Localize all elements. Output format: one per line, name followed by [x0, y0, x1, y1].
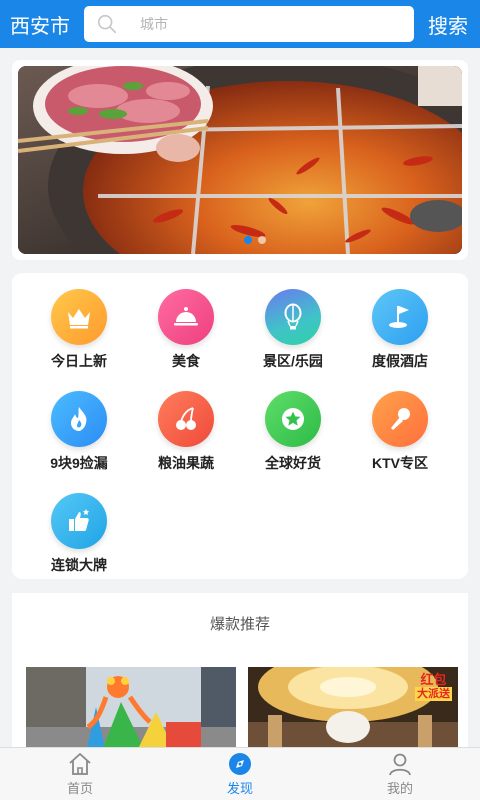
category-food[interactable]: 美食 — [131, 289, 241, 371]
category-label: 连锁大牌 — [51, 557, 107, 573]
category-scenic-park[interactable]: 景区/乐园 — [238, 289, 348, 371]
product-card-2[interactable]: 红包 大派送 — [248, 667, 458, 753]
tab-label: 首页 — [66, 781, 93, 796]
badge-line-1: 红包 — [420, 672, 447, 687]
hot-air-balloon-icon — [265, 289, 321, 345]
crown-icon — [51, 289, 107, 345]
thumbs-up-icon — [51, 493, 107, 549]
top-bar: 西安市 搜索 — [0, 0, 480, 48]
golf-flag-icon — [372, 289, 428, 345]
search-input[interactable] — [140, 16, 360, 32]
carousel-dots — [244, 236, 266, 244]
tab-discover[interactable]: 发现 — [160, 748, 320, 800]
search-button[interactable]: 搜索 — [428, 10, 468, 39]
star-icon — [265, 391, 321, 447]
tab-home[interactable]: 首页 — [0, 748, 160, 800]
tab-mine[interactable]: 我的 — [320, 748, 480, 800]
hot-recommend-header: 爆款推荐 — [12, 593, 468, 653]
category-label: 美食 — [172, 353, 200, 369]
category-grid: 今日上新 美食 景区/乐园 度假酒店 9块9捡漏 粮油果蔬 全球好货 KTV专区… — [12, 273, 468, 579]
home-icon — [69, 753, 91, 775]
flame-icon — [51, 391, 107, 447]
category-label: KTV专区 — [372, 455, 428, 471]
cherry-icon — [158, 391, 214, 447]
carousel-dot-2[interactable] — [258, 236, 266, 244]
cloche-icon — [158, 289, 214, 345]
discover-icon — [229, 753, 251, 775]
bottom-tab-bar: 首页 发现 我的 — [0, 747, 480, 800]
section-title: 爆款推荐 — [209, 615, 270, 633]
microphone-icon — [372, 391, 428, 447]
tab-label: 我的 — [386, 781, 413, 796]
category-new-today[interactable]: 今日上新 — [24, 289, 134, 371]
carousel-dot-1[interactable] — [244, 236, 252, 244]
category-label: 今日上新 — [51, 353, 107, 369]
category-label: 全球好货 — [265, 455, 321, 471]
category-resort-hotel[interactable]: 度假酒店 — [345, 289, 455, 371]
search-icon — [97, 14, 117, 34]
category-label: 景区/乐园 — [263, 353, 323, 369]
city-selector[interactable]: 西安市 — [0, 10, 80, 39]
category-ktv[interactable]: KTV专区 — [345, 391, 455, 473]
product-card-1[interactable] — [26, 667, 236, 753]
category-label: 9块9捡漏 — [50, 455, 108, 471]
category-grain-fruit[interactable]: 粮油果蔬 — [131, 391, 241, 473]
user-icon — [389, 753, 411, 776]
red-envelope-badge: 红包 大派送 — [415, 673, 452, 701]
category-global-goods[interactable]: 全球好货 — [238, 391, 348, 473]
banner-carousel[interactable] — [12, 60, 468, 260]
badge-line-2: 大派送 — [415, 687, 452, 701]
inflatable-castle-photo — [26, 667, 236, 753]
category-label: 粮油果蔬 — [158, 455, 214, 471]
banner-image-hotpot[interactable] — [18, 66, 462, 254]
product-list: 红包 大派送 — [12, 653, 468, 753]
hotpot-photo — [18, 66, 462, 254]
category-bargain[interactable]: 9块9捡漏 — [24, 391, 134, 473]
category-label: 度假酒店 — [372, 353, 428, 369]
tab-label: 发现 — [226, 781, 253, 796]
category-chain-brands[interactable]: 连锁大牌 — [24, 493, 134, 575]
search-box[interactable] — [84, 6, 414, 42]
